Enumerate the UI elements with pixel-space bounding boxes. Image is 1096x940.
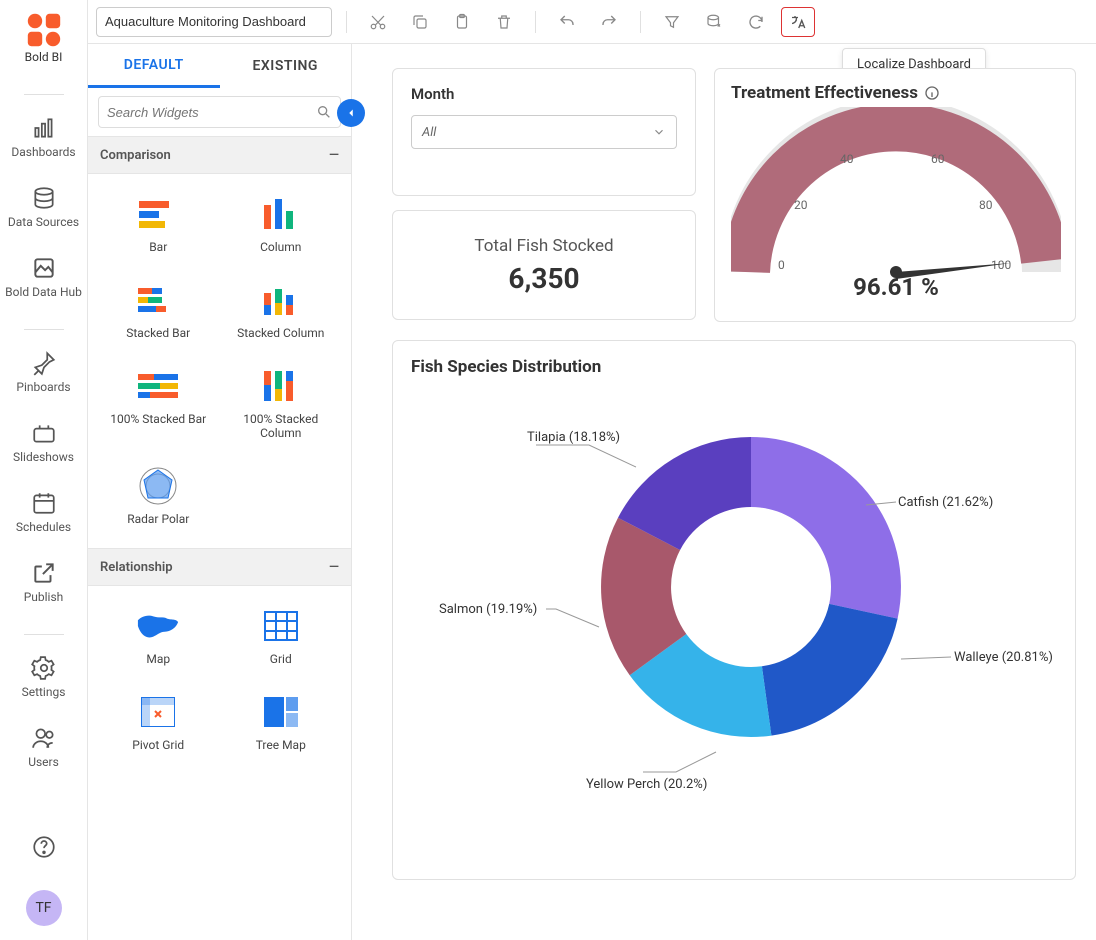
info-icon[interactable] bbox=[924, 85, 940, 101]
card-fish-species: Fish Species Distribution bbox=[392, 340, 1076, 880]
label-tilapia: Tilapia (18.18%) bbox=[527, 430, 620, 445]
widget-bar[interactable]: Bar bbox=[102, 196, 215, 254]
card-treatment-effectiveness: Treatment Effectiveness 0 2 bbox=[714, 68, 1076, 322]
cut-button[interactable] bbox=[361, 7, 395, 37]
svg-text:60: 60 bbox=[931, 152, 945, 166]
filter-button[interactable] bbox=[655, 7, 689, 37]
widget-grid[interactable]: Grid bbox=[225, 608, 338, 666]
collapse-icon: — bbox=[329, 560, 339, 575]
nav-schedules[interactable]: Schedules bbox=[0, 490, 87, 534]
widget-map[interactable]: Map bbox=[102, 608, 215, 666]
redo-button[interactable] bbox=[592, 7, 626, 37]
svg-text:20: 20 bbox=[794, 198, 808, 212]
month-dropdown[interactable]: All bbox=[411, 115, 677, 149]
month-label: Month bbox=[411, 85, 677, 103]
brand-label: Bold BI bbox=[25, 50, 63, 64]
nav-data-sources[interactable]: Data Sources bbox=[0, 185, 87, 229]
widget-stacked-bar[interactable]: Stacked Bar bbox=[102, 282, 215, 340]
widget-pivot-grid[interactable]: Pivot Grid bbox=[102, 694, 215, 752]
tab-default[interactable]: DEFAULT bbox=[88, 44, 220, 88]
dashboard-title-input[interactable] bbox=[96, 7, 332, 37]
search-icon bbox=[316, 104, 332, 120]
card-total-fish: Total Fish Stocked 6,350 bbox=[392, 210, 696, 320]
paste-button[interactable] bbox=[445, 7, 479, 37]
localize-button[interactable] bbox=[781, 7, 815, 37]
logo-icon bbox=[26, 12, 62, 48]
label-catfish: Catfish (21.62%) bbox=[898, 495, 993, 510]
label-yellow-perch: Yellow Perch (20.2%) bbox=[586, 777, 707, 792]
dashboard-canvas: Month All Total Fish Stocked 6,350 bbox=[352, 44, 1096, 940]
widget-tree-map[interactable]: Tree Map bbox=[225, 694, 338, 752]
left-nav: Bold BI Dashboards Data Sources Bold Dat… bbox=[0, 0, 88, 940]
widget-column[interactable]: Column bbox=[225, 196, 338, 254]
chevron-down-icon bbox=[652, 125, 666, 139]
undo-button[interactable] bbox=[550, 7, 584, 37]
nav-publish[interactable]: Publish bbox=[0, 560, 87, 604]
nav-help[interactable] bbox=[0, 834, 87, 860]
search-widgets[interactable] bbox=[98, 96, 341, 128]
section-comparison[interactable]: Comparison— bbox=[88, 136, 351, 174]
label-walleye: Walleye (20.81%) bbox=[954, 650, 1053, 665]
label-salmon: Salmon (19.19%) bbox=[439, 602, 537, 617]
svg-text:40: 40 bbox=[840, 152, 854, 166]
nav-users[interactable]: Users bbox=[0, 725, 87, 769]
refresh-button[interactable] bbox=[739, 7, 773, 37]
svg-text:80: 80 bbox=[979, 198, 993, 212]
card-month-filter: Month All bbox=[392, 68, 696, 196]
widget-100-stacked-bar[interactable]: 100% Stacked Bar bbox=[102, 368, 215, 440]
widget-stacked-column[interactable]: Stacked Column bbox=[225, 282, 338, 340]
data-button[interactable] bbox=[697, 7, 731, 37]
delete-button[interactable] bbox=[487, 7, 521, 37]
gauge-value: 96.61 % bbox=[853, 273, 939, 301]
nav-bold-data-hub[interactable]: Bold Data Hub bbox=[0, 255, 87, 299]
copy-button[interactable] bbox=[403, 7, 437, 37]
widget-100-stacked-column[interactable]: 100% Stacked Column bbox=[225, 368, 338, 440]
nav-settings[interactable]: Settings bbox=[0, 655, 87, 699]
topbar: Localize Dashboard bbox=[88, 0, 1096, 44]
collapse-icon: — bbox=[329, 148, 339, 163]
widget-radar-polar[interactable]: Radar Polar bbox=[102, 468, 215, 526]
tab-existing[interactable]: EXISTING bbox=[220, 44, 352, 88]
nav-pinboards[interactable]: Pinboards bbox=[0, 350, 87, 394]
section-relationship[interactable]: Relationship— bbox=[88, 548, 351, 586]
collapse-panel-button[interactable] bbox=[337, 99, 365, 127]
nav-dashboards[interactable]: Dashboards bbox=[0, 115, 87, 159]
nav-slideshows[interactable]: Slideshows bbox=[0, 420, 87, 464]
gauge-chart: 0 20 40 60 80 100 bbox=[731, 107, 1061, 287]
total-fish-value: 6,350 bbox=[508, 262, 579, 295]
svg-text:0: 0 bbox=[778, 258, 785, 272]
search-input[interactable] bbox=[107, 105, 316, 120]
widget-panel: DEFAULT EXISTING Comparison— Bar Column … bbox=[88, 44, 352, 940]
user-avatar[interactable]: TF bbox=[26, 890, 62, 926]
